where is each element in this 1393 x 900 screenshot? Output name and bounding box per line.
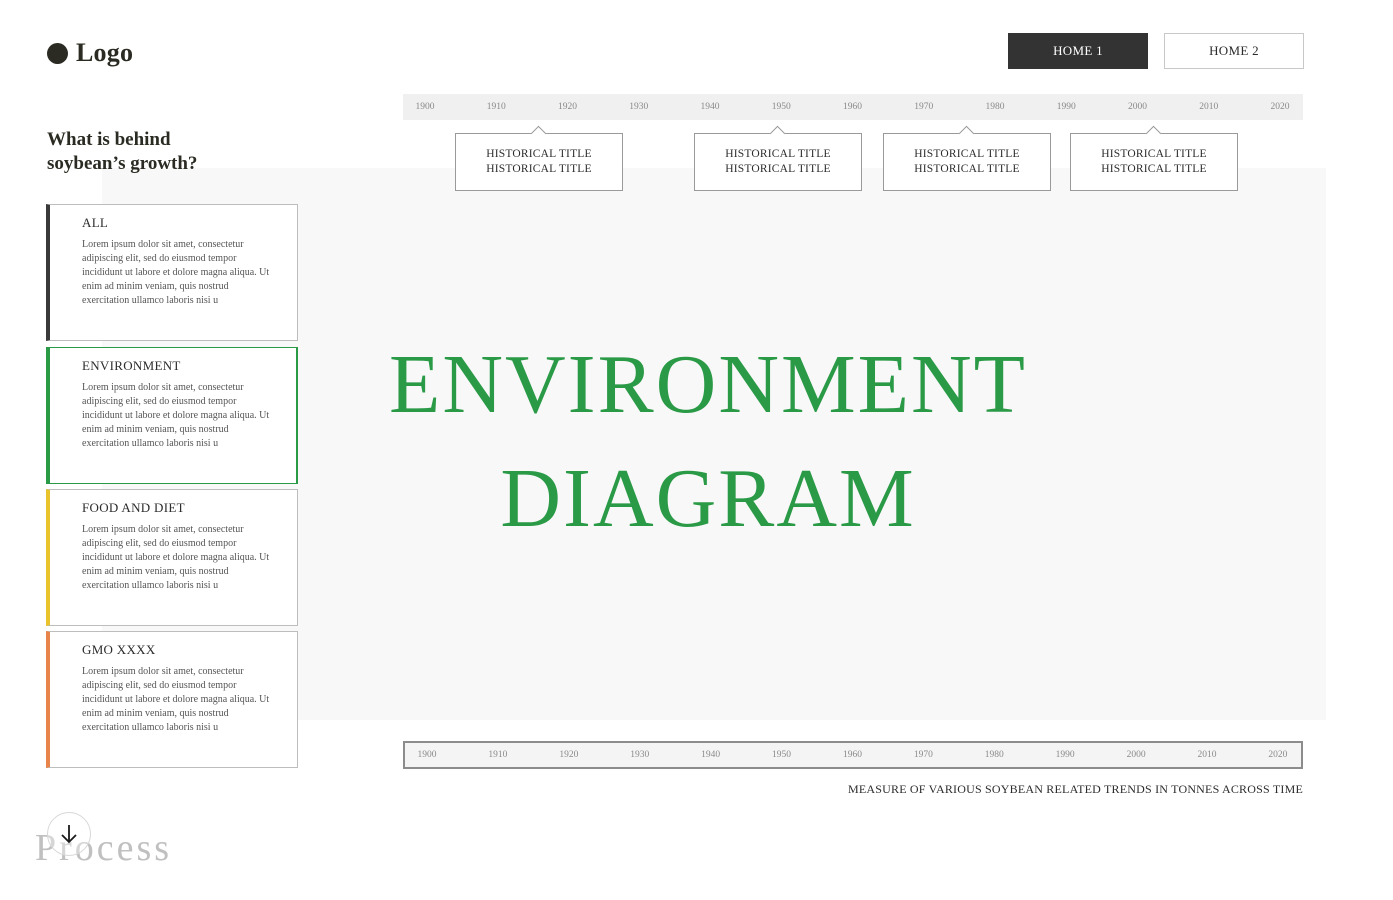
timeline-year: 1940	[701, 750, 721, 760]
category-description: Lorem ipsum dolor sit amet, consectetur …	[82, 524, 270, 591]
timeline-year: 2000	[1128, 102, 1147, 112]
timeline-year: 1990	[1056, 102, 1076, 112]
arrow-down-icon	[61, 825, 77, 844]
category-title: ENVIRONMENT	[82, 358, 181, 373]
diagram-title: ENVIRONMENT DIAGRAM	[298, 328, 1118, 556]
historical-event-1950[interactable]: HISTORICAL TITLE HISTORICAL TITLE	[694, 133, 862, 191]
historical-event-line: HISTORICAL TITLE	[1101, 148, 1207, 160]
historical-event-line: HISTORICAL TITLE	[914, 148, 1020, 160]
historical-event-line: HISTORICAL TITLE	[1101, 163, 1207, 175]
category-description: Lorem ipsum dolor sit amet, consectetur …	[82, 239, 270, 306]
timeline-year: 1980	[984, 750, 1004, 760]
timeline-year: 2020	[1268, 750, 1288, 760]
category-card-food-and-diet[interactable]: FOOD AND DIET Lorem ipsum dolor sit amet…	[46, 489, 298, 626]
category-title: FOOD AND DIET	[82, 500, 185, 515]
page-question-heading: What is behind soybean’s growth?	[47, 129, 198, 174]
logo-text: Logo	[76, 38, 134, 67]
category-card-environment[interactable]: ENVIRONMENT Lorem ipsum dolor sit amet, …	[46, 347, 298, 484]
timeline-year: 1960	[843, 102, 862, 112]
timeline-year: 1990	[1055, 750, 1075, 760]
logo[interactable]: Logo	[47, 38, 133, 68]
timeline-year: 2010	[1199, 102, 1219, 112]
timeline-year: 1930	[629, 102, 649, 112]
historical-event-line: HISTORICAL TITLE	[725, 148, 831, 160]
timeline-year: 1900	[415, 102, 435, 112]
category-description: Lorem ipsum dolor sit amet, consectetur …	[82, 666, 270, 733]
chart-caption: MEASURE OF VARIOUS SOYBEAN RELATED TREND…	[847, 782, 1303, 796]
timeline-year: 1970	[913, 750, 933, 760]
scroll-down-button[interactable]	[47, 812, 91, 856]
timeline-year: 1920	[558, 102, 577, 112]
timeline-scrubber[interactable]: 1900 1910 1920 1930 1940 1950 1960 1970 …	[403, 741, 1303, 769]
timeline-year: 1920	[559, 750, 579, 760]
timeline-year: 1900	[417, 750, 437, 760]
category-title: ALL	[82, 215, 109, 230]
historical-event-1970[interactable]: HISTORICAL TITLE HISTORICAL TITLE	[883, 133, 1051, 191]
historical-event-1920[interactable]: HISTORICAL TITLE HISTORICAL TITLE	[455, 133, 623, 191]
timeline-year: 1950	[772, 750, 792, 760]
logo-dot-icon	[47, 42, 68, 64]
historical-event-line: HISTORICAL TITLE	[725, 163, 831, 175]
top-nav: HOME 1 HOME 2	[1008, 33, 1304, 69]
timeline-year: 2000	[1126, 750, 1146, 760]
historical-event-line: HISTORICAL TITLE	[486, 148, 592, 160]
nav-home-1-button[interactable]: HOME 1	[1008, 33, 1148, 69]
timeline-year: 1950	[771, 102, 791, 112]
historical-event-2000[interactable]: HISTORICAL TITLE HISTORICAL TITLE	[1070, 133, 1238, 191]
timeline-year: 1970	[914, 102, 934, 112]
diagram-title-line-2: DIAGRAM	[500, 452, 916, 545]
timeline-year: 1940	[700, 102, 720, 112]
timeline-top[interactable]: 1900 1910 1920 1930 1940 1950 1960 1970 …	[403, 94, 1303, 120]
timeline-year: 2020	[1270, 102, 1290, 112]
timeline-year: 2010	[1197, 750, 1217, 760]
timeline-year: 1930	[630, 750, 650, 760]
category-description: Lorem ipsum dolor sit amet, consectetur …	[82, 382, 270, 449]
category-title: GMO XXXX	[82, 642, 156, 657]
timeline-year: 1910	[486, 102, 506, 112]
timeline-year: 1960	[842, 750, 862, 760]
nav-home-2-button[interactable]: HOME 2	[1164, 33, 1304, 69]
historical-event-line: HISTORICAL TITLE	[486, 163, 592, 175]
timeline-year: 1980	[985, 102, 1005, 112]
category-card-all[interactable]: ALL Lorem ipsum dolor sit amet, consecte…	[46, 204, 298, 341]
diagram-title-line-1: ENVIRONMENT	[389, 338, 1027, 431]
category-card-gmo[interactable]: GMO XXXX Lorem ipsum dolor sit amet, con…	[46, 631, 298, 768]
timeline-year: 1910	[488, 750, 508, 760]
historical-event-line: HISTORICAL TITLE	[914, 163, 1020, 175]
